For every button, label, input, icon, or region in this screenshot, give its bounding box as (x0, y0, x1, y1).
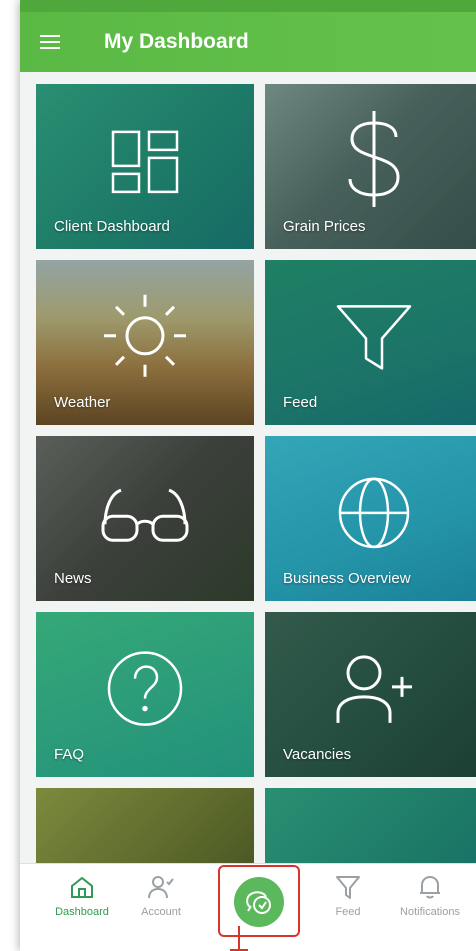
hamburger-icon (40, 35, 60, 49)
nav-label: Feed (335, 906, 361, 918)
app-bar: My Dashboard (20, 12, 476, 72)
menu-button[interactable] (20, 12, 80, 72)
tile-client-dashboard[interactable]: Client Dashboard (36, 84, 254, 249)
chat-icon (246, 891, 271, 914)
question-icon (107, 650, 183, 726)
tile-feed[interactable]: Feed (265, 260, 476, 425)
tile-vacancies[interactable]: Vacancies (265, 612, 476, 777)
tile-news[interactable]: News (36, 436, 254, 601)
funnel-icon (336, 304, 412, 370)
tile-label: Client Dashboard (54, 218, 170, 235)
page-title: My Dashboard (104, 30, 249, 53)
tile-label: Business Overview (283, 570, 411, 587)
bottom-navigation: Dashboard Account Feed Notifications (20, 863, 476, 951)
nav-notifications[interactable]: Notifications (392, 874, 468, 944)
tile-business-overview[interactable]: Business Overview (265, 436, 476, 601)
tile-weather[interactable]: Weather (36, 260, 254, 425)
nav-account[interactable]: Account (123, 874, 199, 944)
bell-icon (420, 875, 440, 899)
tile-label: Feed (283, 394, 318, 411)
dashboard-grid-icon (111, 130, 179, 193)
tile-label: Grain Prices (283, 218, 366, 235)
tile-grain-prices[interactable]: Grain Prices (265, 84, 476, 249)
annotation-pointer (238, 926, 240, 951)
chat-button[interactable] (234, 877, 284, 927)
status-bar (20, 0, 476, 12)
sun-icon (104, 294, 186, 377)
nav-label: Dashboard (55, 906, 109, 918)
center-highlight (218, 865, 300, 937)
tile-label: Vacancies (283, 746, 352, 763)
add-user-icon (336, 654, 412, 723)
globe-icon (338, 477, 410, 548)
glasses-icon (101, 488, 189, 542)
nav-feed[interactable]: Feed (310, 874, 386, 944)
nav-dashboard[interactable]: Dashboard (44, 874, 120, 944)
funnel-icon (336, 876, 360, 899)
dollar-icon (348, 110, 400, 207)
nav-label: Notifications (400, 906, 460, 918)
home-icon (71, 876, 93, 898)
tile-label: Weather (54, 394, 111, 411)
tile-label: FAQ (54, 746, 85, 763)
tile-faq[interactable]: FAQ (36, 612, 254, 777)
app-screen: My Dashboard Client Dashboard Grain Pric… (20, 0, 476, 951)
nav-label: Account (141, 906, 181, 918)
tile-label: News (54, 570, 92, 587)
user-check-icon (148, 876, 174, 899)
